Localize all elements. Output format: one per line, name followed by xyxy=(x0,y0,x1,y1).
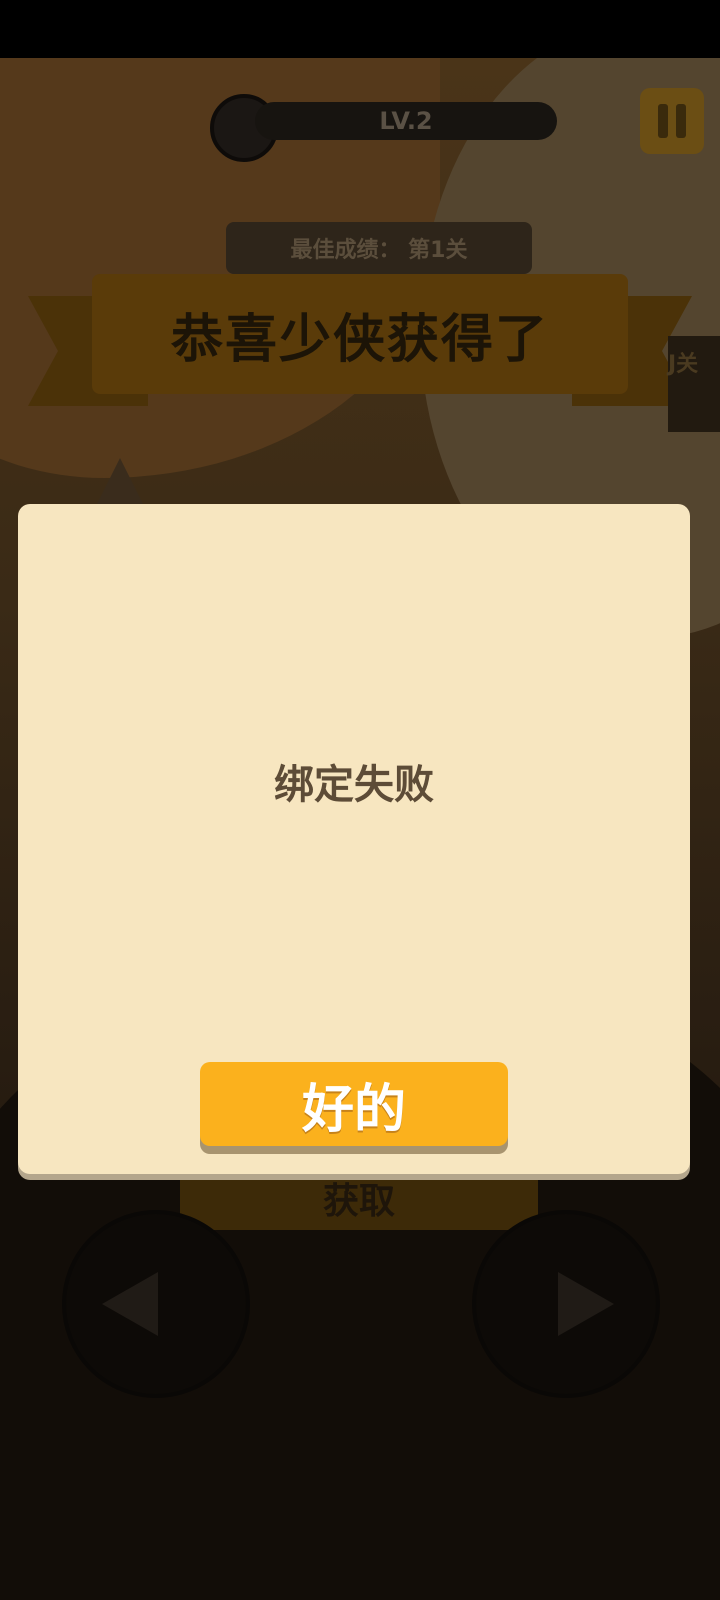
arrow-right-icon xyxy=(558,1272,614,1336)
banner-title: 恭喜少侠获得了 xyxy=(170,309,549,370)
get-reward-label: 获取 xyxy=(322,1181,395,1222)
pause-button[interactable] xyxy=(640,88,704,154)
next-button xyxy=(472,1210,660,1398)
arrow-left-icon xyxy=(102,1272,158,1336)
level-bar: LV.2 xyxy=(255,102,557,140)
previous-button xyxy=(62,1210,250,1398)
congrats-banner: 恭喜少侠获得了 xyxy=(92,274,628,394)
best-score-label: 最佳成绩： 第1关 xyxy=(290,238,468,263)
dialog-message: 绑定失败 xyxy=(274,762,434,808)
pause-icon xyxy=(676,104,686,138)
ok-button[interactable]: 好的 xyxy=(200,1062,508,1146)
pause-icon xyxy=(658,104,668,138)
bind-failed-dialog: 绑定失败 好的 xyxy=(18,504,690,1174)
side-level-tab: J关 xyxy=(668,336,720,432)
level-label: LV.2 xyxy=(379,107,433,135)
best-score-badge: 最佳成绩： 第1关 xyxy=(226,222,532,274)
side-tab-text: J关 xyxy=(668,352,699,377)
